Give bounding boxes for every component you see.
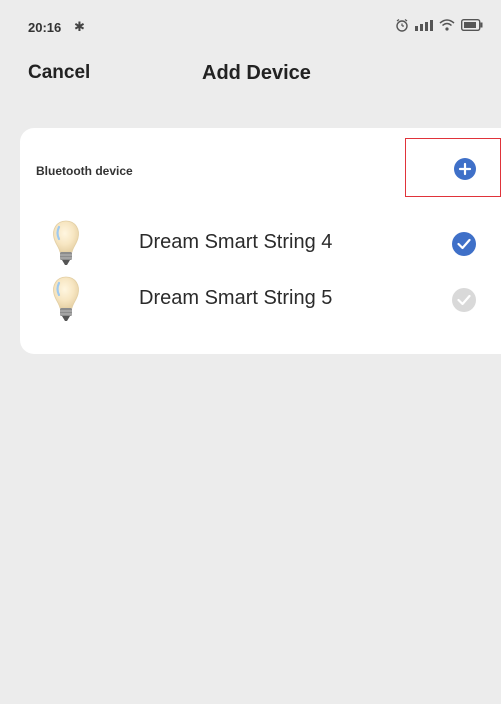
- light-bulb-icon: [53, 220, 79, 265]
- page-title: Add Device: [202, 62, 311, 84]
- cancel-button[interactable]: Cancel: [28, 62, 90, 84]
- battery-icon: [461, 19, 483, 31]
- checkmark-icon: [457, 238, 471, 250]
- signal-icon: [415, 20, 433, 31]
- device-selected-checkbox[interactable]: [452, 232, 476, 256]
- light-bulb-icon: [53, 276, 79, 321]
- add-device-screen: 20:16 ✱ Cancel Add Device Bluetooth devi…: [0, 0, 501, 704]
- bluetooth-status-icon: ✱: [74, 19, 85, 34]
- add-device-button[interactable]: [454, 158, 476, 180]
- device-name: Dream Smart String 4: [139, 231, 333, 253]
- add-button-highlight: [405, 138, 501, 197]
- plus-circle-icon: [458, 162, 472, 176]
- status-icons: [395, 18, 483, 32]
- bluetooth-device-card: Bluetooth device Dream Smart String 4 Dr…: [20, 128, 501, 354]
- status-bar: 20:16 ✱: [0, 0, 501, 40]
- device-name: Dream Smart String 5: [139, 287, 333, 309]
- bluetooth-section-header: Bluetooth device: [20, 128, 501, 198]
- device-unselected-checkbox[interactable]: [452, 288, 476, 312]
- checkmark-icon: [457, 294, 471, 306]
- device-row[interactable]: Dream Smart String 4: [20, 218, 501, 274]
- alarm-icon: [396, 19, 408, 32]
- navigation-header: Cancel Add Device: [0, 52, 501, 92]
- wifi-icon: [439, 19, 455, 31]
- bluetooth-section-label: Bluetooth device: [36, 164, 133, 178]
- status-time: 20:16: [28, 20, 62, 35]
- device-row[interactable]: Dream Smart String 5: [20, 274, 501, 330]
